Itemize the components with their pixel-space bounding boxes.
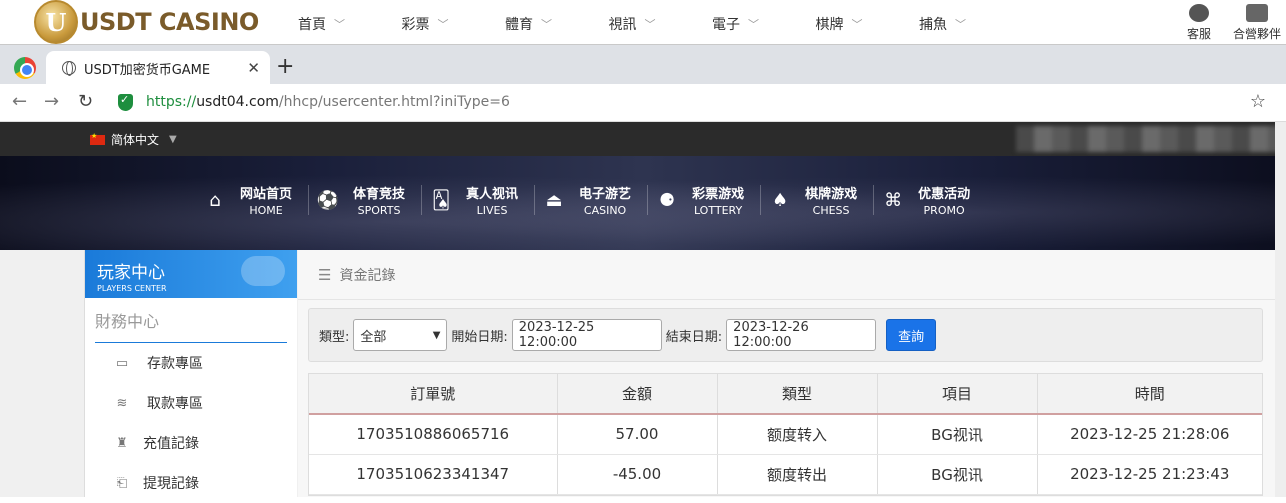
partner-icon <box>1246 4 1268 22</box>
forward-arrow-icon[interactable]: → <box>44 91 59 112</box>
browser-logo-icon <box>14 57 36 79</box>
gift-icon: ⌘ <box>884 189 903 211</box>
money-bag-icon: ♜ <box>116 435 128 451</box>
main-nav-home[interactable]: ⌂ 网站首页 HOME <box>196 185 310 217</box>
col-amount: 金額 <box>557 374 718 415</box>
main-nav-casino[interactable]: ⏏ 电子游艺 CASINO <box>535 185 649 217</box>
card-icon: ▭ <box>115 355 129 371</box>
home-icon: ⌂ <box>209 189 221 211</box>
sidebar: 玩家中心 PLAYERS CENTER 財務中心 ▭ 存款專區 ≋ 取款專區 ♜ 充值… <box>84 250 297 497</box>
customer-service-link[interactable]: 客服 <box>1170 4 1228 42</box>
site-nav: 首頁 ﹀ 彩票 ﹀ 體育 ﹀ 視訊 ﹀ 電子 ﹀ 棋牌 ﹀ 捕魚 ﹀ <box>298 14 1023 34</box>
site-right-links: 客服 合營夥伴 <box>1170 4 1286 42</box>
blurred-user-info <box>1016 126 1286 152</box>
chevron-down-icon: ﹀ <box>955 18 966 31</box>
new-tab-icon[interactable]: + <box>276 56 294 78</box>
site-nav-item-electronic[interactable]: 電子 ﹀ <box>712 14 816 34</box>
chevron-down-icon: ﹀ <box>644 18 656 31</box>
cards-icon: 🂡 <box>431 189 451 211</box>
col-type: 類型 <box>717 374 878 415</box>
sidebar-item-deposit[interactable]: ▭ 存款專區 <box>85 343 297 383</box>
breadcrumb: ☰ 資金記錄 <box>298 250 1282 300</box>
main-panel: ☰ 資金記錄 類型: 全部 ▼ 開始日期: 2023-12-25 12:00:00… <box>298 250 1282 497</box>
site-nav-item-chess[interactable]: 棋牌 ﹀ <box>816 14 920 34</box>
url-field[interactable]: https://usdt04.com/hhcp/usercenter.html?… <box>146 94 510 110</box>
tab-title: USDT加密货币GAME <box>84 62 211 78</box>
cash-icon: ≋ <box>116 395 128 411</box>
chevron-down-icon: ﹀ <box>748 18 759 31</box>
site-nav-item-lottery[interactable]: 彩票 ﹀ <box>402 14 506 34</box>
address-bar: ← → ↻ https://usdt04.com/hhcp/usercenter… <box>0 84 1286 122</box>
end-date-input[interactable]: 2023-12-26 12:00:00 <box>726 319 877 351</box>
close-icon[interactable]: ✕ <box>247 59 260 77</box>
main-nav-sports[interactable]: ⚽ 体育竞技 SPORTS <box>309 185 423 217</box>
main-nav-lives[interactable]: 🂡 真人视讯 LIVES <box>422 185 536 217</box>
menu-icon[interactable]: ☰ <box>318 266 331 284</box>
china-flag-icon <box>90 132 105 145</box>
sidebar-item-withdraw-records[interactable]: ⎗ 提現記錄 <box>85 463 297 503</box>
site-nav-item-sports[interactable]: 體育 ﹀ <box>505 14 609 34</box>
wallet-icon: ⎗ <box>116 475 128 491</box>
chat-icon <box>1189 4 1209 22</box>
site-nav-item-home[interactable]: 首頁 ﹀ <box>298 14 402 34</box>
main-nav-lottery[interactable]: ⚈ 彩票游戏 LOTTERY <box>648 185 762 217</box>
table-row: 1703510623341347 -45.00 额度转出 BG视讯 2023-1… <box>309 454 1262 495</box>
language-selector[interactable]: 简体中文 ▼ <box>90 131 177 148</box>
records-table: 訂單號 金額 類型 項目 時間 1703510886065716 57.00 额… <box>308 373 1263 496</box>
browser-tab[interactable]: USDT加密货币GAME ✕ <box>46 51 270 85</box>
page-scrollbar[interactable] <box>1275 122 1286 497</box>
col-time: 時間 <box>1037 374 1262 415</box>
site-header-strip: 简体中文 ▼ <box>0 122 1286 156</box>
main-nav-chess[interactable]: ♠ 棋牌游戏 CHESS <box>761 185 875 217</box>
logo-text: USDT CASINO <box>80 8 259 36</box>
chevron-down-icon: ﹀ <box>437 18 449 31</box>
chevron-down-icon: ﹀ <box>541 18 552 31</box>
filter-bar: 類型: 全部 ▼ 開始日期: 2023-12-25 12:00:00 結束日期: … <box>308 308 1263 362</box>
main-nav: ⌂ 网站首页 HOME ⚽ 体育竞技 SPORTS 🂡 真人视讯 LIVES ⏏ 电子… <box>196 185 986 217</box>
globe-icon <box>62 61 76 76</box>
secure-shield-icon[interactable] <box>118 93 133 111</box>
gamepad-icon <box>241 256 285 286</box>
finance-center-title: 財務中心 <box>95 308 287 343</box>
chevron-down-icon: ﹀ <box>851 18 863 31</box>
logo-coin-icon: U <box>34 0 78 44</box>
site-nav-item-fishing[interactable]: 捕魚 ﹀ <box>919 14 1023 34</box>
site-nav-item-video[interactable]: 視訊 ﹀ <box>609 14 713 34</box>
site-logo[interactable]: U USDT CASINO <box>34 0 259 44</box>
query-button[interactable]: 查詢 <box>886 319 937 351</box>
col-item: 項目 <box>877 374 1038 415</box>
table-header-row: 訂單號 金額 類型 項目 時間 <box>309 374 1262 415</box>
reload-icon[interactable]: ↻ <box>78 91 93 112</box>
lottery-icon: ⚈ <box>658 189 676 211</box>
sidebar-item-withdraw[interactable]: ≋ 取款專區 <box>85 383 297 423</box>
dropdown-caret-icon: ▼ <box>169 134 177 145</box>
site-top-bar: U USDT CASINO 首頁 ﹀ 彩票 ﹀ 體育 ﹀ 視訊 ﹀ 電子 ﹀ 棋牌 ﹀ 捕魚… <box>0 0 1286 44</box>
spade-icon: ♠ <box>772 189 789 211</box>
bookmark-star-icon[interactable]: ☆ <box>1250 91 1266 112</box>
partner-link[interactable]: 合營夥伴 <box>1228 4 1286 42</box>
sidebar-item-recharge-records[interactable]: ♜ 充值記錄 <box>85 423 297 463</box>
browser-tab-strip: USDT加密货币GAME ✕ + <box>0 44 1286 85</box>
type-select[interactable]: 全部 ▼ <box>353 319 448 351</box>
table-row: 1703510886065716 57.00 额度转入 BG视讯 2023-12… <box>309 414 1262 455</box>
main-nav-promo[interactable]: ⌘ 优惠活动 PROMO <box>874 185 986 217</box>
hero-banner: ⌂ 网站首页 HOME ⚽ 体育竞技 SPORTS 🂡 真人视讯 LIVES ⏏ 电子… <box>0 156 1286 250</box>
ball-icon: ⚽ <box>316 189 340 211</box>
player-center-header: 玩家中心 PLAYERS CENTER <box>85 250 297 298</box>
chevron-down-icon: ﹀ <box>334 18 345 31</box>
col-order-no: 訂單號 <box>309 374 558 415</box>
slot-icon: ⏏ <box>545 189 563 211</box>
start-date-input[interactable]: 2023-12-25 12:00:00 <box>511 319 662 351</box>
chevron-down-icon: ▼ <box>432 329 441 341</box>
back-arrow-icon[interactable]: ← <box>12 91 27 112</box>
